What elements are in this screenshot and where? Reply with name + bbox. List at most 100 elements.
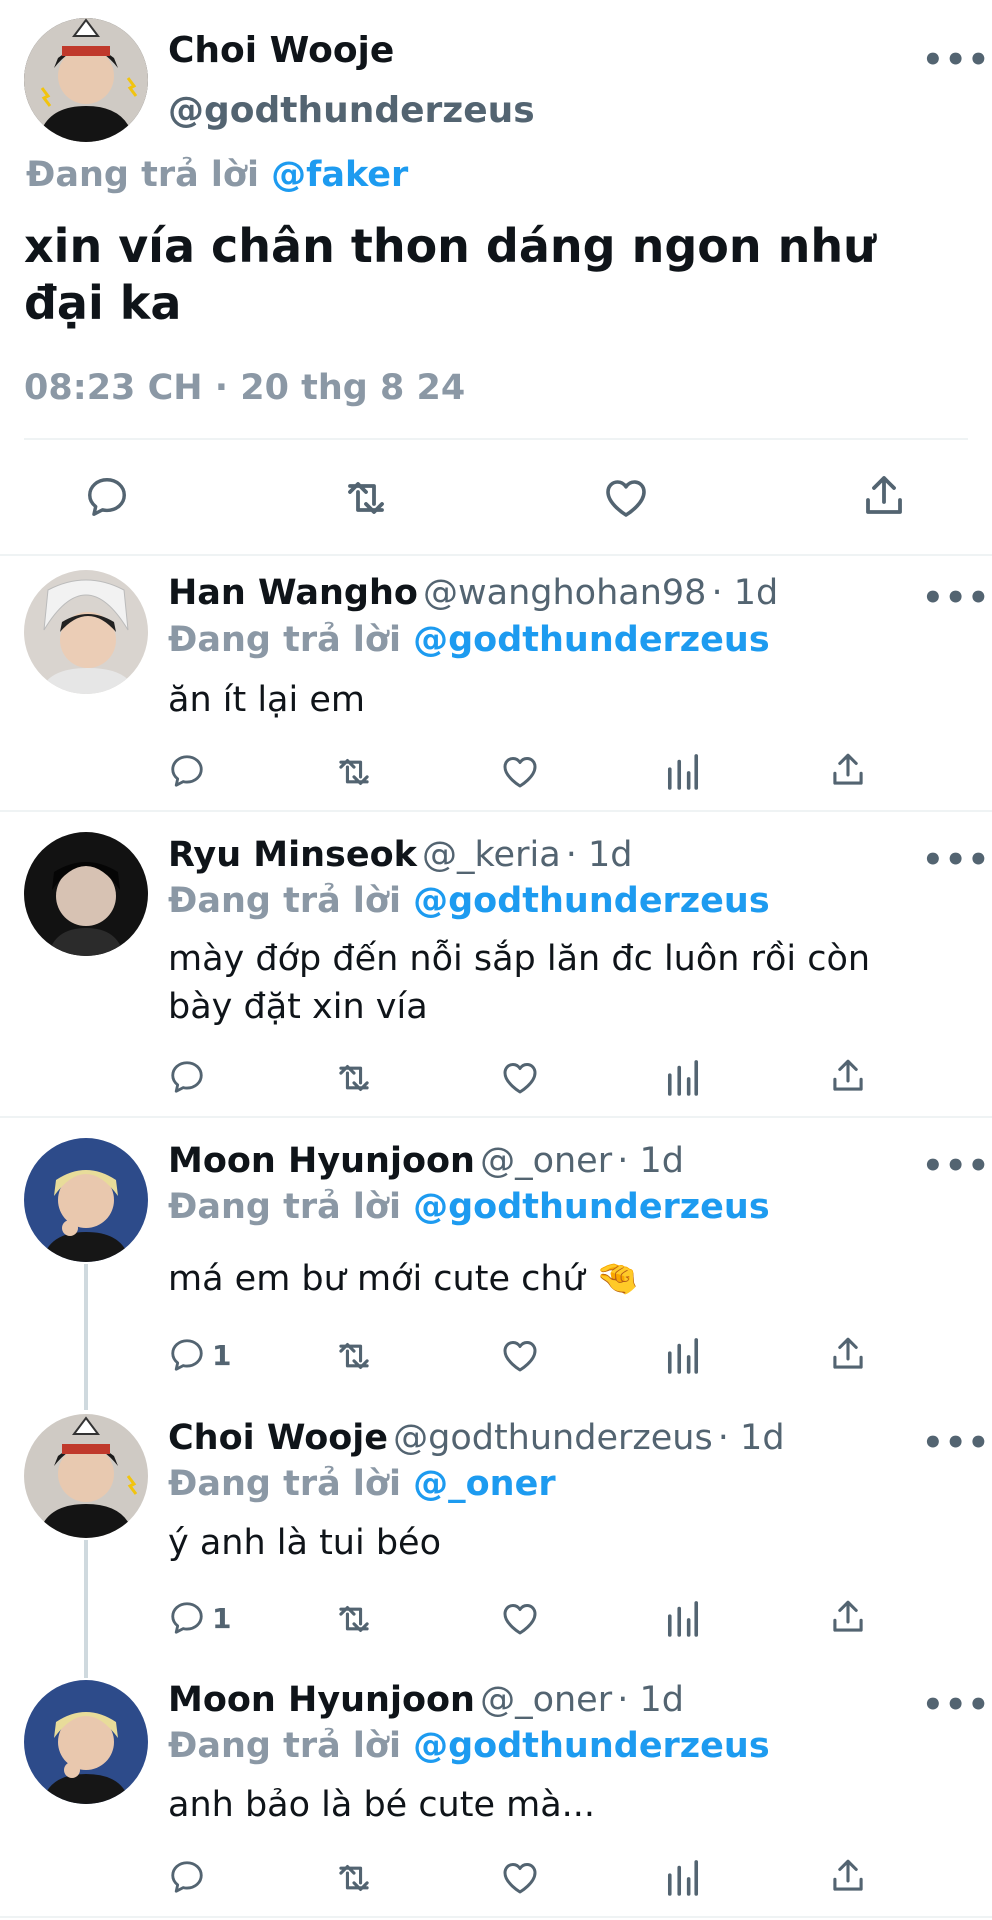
reply-time[interactable]: · 1d — [712, 573, 779, 613]
reply-mention-link[interactable]: @godthunderzeus — [413, 1726, 770, 1766]
avatar[interactable] — [24, 1414, 148, 1538]
views-icon — [667, 1601, 699, 1637]
views-icon — [667, 1060, 699, 1096]
comment-button[interactable] — [168, 1058, 206, 1096]
author-name[interactable]: Moon Hyunjoon — [168, 1141, 475, 1181]
author-handle[interactable]: @wanghohan98 — [423, 573, 706, 613]
like-icon — [503, 1063, 537, 1094]
reply-time[interactable]: · 1d — [566, 835, 633, 875]
avatar[interactable] — [24, 18, 148, 142]
more-icon[interactable]: ••• — [922, 578, 990, 618]
avatar[interactable] — [24, 832, 148, 956]
replying-label: Đang trả lời — [168, 1726, 401, 1766]
reply-time[interactable]: · 1d — [617, 1141, 684, 1181]
views-button[interactable] — [666, 1336, 700, 1374]
views-icon — [667, 754, 699, 790]
like-icon — [503, 1604, 537, 1635]
like-button[interactable] — [500, 1058, 540, 1096]
reply-meta: Han Wangho @wanghohan98 · 1d — [168, 573, 778, 613]
avatar[interactable] — [24, 1680, 148, 1804]
share-button[interactable] — [830, 750, 866, 790]
retweet-button[interactable] — [332, 1060, 376, 1096]
replying-label: Đang trả lời — [168, 881, 401, 921]
comment-icon — [171, 1602, 203, 1634]
share-button[interactable] — [862, 472, 906, 520]
share-button[interactable] — [830, 1856, 866, 1896]
reply-meta: Moon Hyunjoon @_oner · 1d — [168, 1141, 684, 1181]
author-handle[interactable]: @_keria — [422, 835, 561, 875]
tweet-timestamp[interactable]: 08:23 CH · 20 thg 8 24 — [24, 368, 465, 408]
author-handle[interactable]: @godthunderzeus — [168, 90, 535, 131]
author-name[interactable]: Moon Hyunjoon — [168, 1680, 475, 1720]
retweet-button[interactable] — [340, 476, 392, 520]
comment-icon — [171, 1861, 203, 1893]
reply-mention-link[interactable]: @godthunderzeus — [413, 881, 770, 921]
author-name[interactable]: Choi Wooje — [168, 1418, 388, 1458]
comment-button[interactable]: 1 — [168, 1599, 231, 1637]
reply-mention-link[interactable]: @godthunderzeus — [413, 1187, 770, 1227]
replying-to: Đang trả lời @godthunderzeus — [168, 620, 770, 660]
replying-label: Đang trả lời — [168, 1187, 401, 1227]
replying-to: Đang trả lời @godthunderzeus — [168, 881, 770, 921]
more-icon[interactable]: ••• — [922, 40, 990, 80]
avatar[interactable] — [24, 1138, 148, 1262]
views-icon — [667, 1338, 699, 1374]
comment-icon — [88, 478, 126, 516]
avatar[interactable] — [24, 570, 148, 694]
more-icon[interactable]: ••• — [922, 840, 990, 880]
retweet-button[interactable] — [332, 754, 376, 790]
like-icon — [503, 1341, 537, 1372]
comment-button[interactable] — [168, 752, 206, 790]
comment-button[interactable]: 1 — [168, 1336, 231, 1374]
replying-label: Đang trả lời — [26, 155, 259, 195]
retweet-icon — [339, 1064, 369, 1092]
author-name[interactable]: Ryu Minseok — [168, 835, 417, 875]
tweet-text: ý anh là tui béo — [168, 1523, 441, 1563]
retweet-button[interactable] — [332, 1601, 376, 1637]
like-button[interactable] — [500, 1336, 540, 1374]
tweet-text: xin vía chân thon dáng ngon như đại ka — [24, 219, 876, 330]
like-button[interactable] — [500, 752, 540, 790]
replying-label: Đang trả lời — [168, 1464, 401, 1504]
replying-label: Đang trả lời — [168, 620, 401, 660]
author-name[interactable]: Choi Wooje — [168, 30, 394, 71]
views-button[interactable] — [666, 1058, 700, 1096]
like-button[interactable] — [602, 474, 650, 520]
more-icon[interactable]: ••• — [922, 1685, 990, 1725]
author-handle[interactable]: @godthunderzeus — [393, 1418, 713, 1458]
like-button[interactable] — [500, 1599, 540, 1637]
comment-button[interactable] — [84, 474, 130, 520]
author-handle[interactable]: @_oner — [480, 1680, 612, 1720]
reply-mention-link[interactable]: @godthunderzeus — [413, 620, 770, 660]
retweet-icon — [339, 1864, 369, 1892]
reply-time[interactable]: · 1d — [718, 1418, 785, 1458]
author-name[interactable]: Han Wangho — [168, 573, 418, 613]
more-icon[interactable]: ••• — [922, 1146, 990, 1186]
author-handle[interactable]: @_oner — [480, 1141, 612, 1181]
reply-time[interactable]: · 1d — [617, 1680, 684, 1720]
comment-button[interactable] — [168, 1858, 206, 1896]
section-divider — [0, 554, 992, 556]
share-button[interactable] — [830, 1597, 866, 1637]
more-icon[interactable]: ••• — [922, 1423, 990, 1463]
retweet-icon — [339, 758, 369, 786]
like-icon — [503, 757, 537, 788]
share-icon — [833, 1600, 863, 1632]
share-icon — [833, 1859, 863, 1891]
reply-mention-link[interactable]: @_oner — [413, 1464, 555, 1504]
reply-count: 1 — [212, 1601, 232, 1635]
comment-icon — [171, 755, 203, 787]
share-button[interactable] — [830, 1334, 866, 1374]
views-button[interactable] — [666, 1858, 700, 1896]
share-button[interactable] — [830, 1056, 866, 1096]
replying-to: Đang trả lời @_oner — [168, 1464, 556, 1504]
retweet-button[interactable] — [332, 1338, 376, 1374]
replying-to: Đang trả lời @faker — [26, 155, 408, 195]
comment-icon — [171, 1339, 203, 1371]
views-button[interactable] — [666, 1599, 700, 1637]
retweet-icon — [339, 1342, 369, 1370]
views-button[interactable] — [666, 752, 700, 790]
like-button[interactable] — [500, 1858, 540, 1896]
reply-mention-link[interactable]: @faker — [271, 155, 408, 195]
retweet-button[interactable] — [332, 1860, 376, 1896]
